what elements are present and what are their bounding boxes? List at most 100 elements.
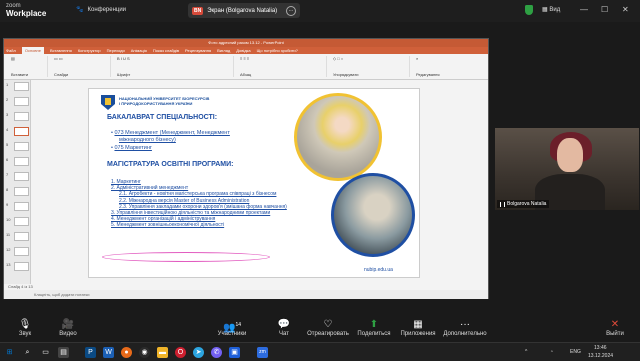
participant-video-tile[interactable]: Bolgarova Natalia <box>495 128 639 210</box>
bachelor-item: • 073 Менеджмент (Менеджмент, Менеджмент <box>111 130 230 136</box>
slide-thumbnail[interactable] <box>14 172 29 181</box>
ppt-tab[interactable]: Вигляд <box>217 47 230 54</box>
share-button[interactable]: ⬆ Поделиться <box>349 319 399 337</box>
screen-share-label: Экран (Bolgarova Natalia) <box>207 7 278 14</box>
participant-face <box>557 138 583 172</box>
slide-number: 12 <box>6 247 11 252</box>
security-shield-icon[interactable] <box>525 5 533 15</box>
master-heading: МАГІСТРАТУРА ОСВІТНІ ПРОГРАМИ: <box>107 161 234 168</box>
signal-bars-icon <box>500 201 505 207</box>
video-label: Видео <box>59 331 77 337</box>
react-button[interactable]: ♡ Отреагировать <box>303 319 353 337</box>
meetings-tab[interactable]: 🐾 Конференции <box>76 6 127 14</box>
more-label: Дополнительно <box>443 331 487 337</box>
close-button[interactable]: ✕ <box>622 5 629 14</box>
clock-date[interactable]: 13.12.2024 <box>588 353 613 359</box>
ribbon-group[interactable]: ◇ □ ○ Упорядкувати <box>330 56 410 77</box>
slide-number: 9 <box>6 202 9 207</box>
slide-number: 2 <box>6 97 9 102</box>
windows-start-icon[interactable]: ⊞ <box>4 347 15 358</box>
master-programs-list: 1. Маркетинг 2. Адміністративний менеджм… <box>111 179 331 229</box>
firefox-icon[interactable]: ● <box>121 347 132 358</box>
more-button[interactable]: ··· Дополнительно <box>440 319 490 337</box>
ppt-ribbon: ▤ Вставити ▭ ▭ Слайди B I U S Шрифт ≡ ≡ ≡ Аб… <box>4 54 488 80</box>
windows-taskbar: ⊞ ⌕ ▭ ▤ P W ● ◉ ▬ O ➤ ✆ ▣ zm ^ ◔ ENG 13:… <box>0 342 640 361</box>
more-dots-icon: ··· <box>460 319 470 330</box>
windows-media-icon[interactable]: ▤ <box>58 347 69 358</box>
slide-number: 11 <box>6 232 11 237</box>
ribbon-group[interactable]: B I U S Шрифт <box>114 56 234 77</box>
clock-time[interactable]: 13:46 <box>594 345 607 351</box>
viber-icon[interactable]: ✆ <box>211 347 222 358</box>
slide-number: 4 <box>6 127 9 132</box>
slide-thumbnail[interactable] <box>14 112 29 121</box>
telegram-icon[interactable]: ➤ <box>193 347 204 358</box>
meetings-label: Конференции <box>87 6 127 13</box>
slide-thumbnail[interactable] <box>14 142 29 151</box>
react-label: Отреагировать <box>307 331 349 337</box>
slide-thumbnail-selected[interactable] <box>14 127 29 136</box>
slide-number: 8 <box>6 187 9 192</box>
ppt-tab[interactable]: Конструктор <box>78 47 101 54</box>
slide-number: 6 <box>6 157 9 162</box>
task-view-icon[interactable]: ▭ <box>40 347 51 358</box>
participants-button[interactable]: 👥14 Участники <box>207 319 257 337</box>
slide-thumbnail[interactable] <box>14 187 29 196</box>
opera-icon[interactable]: O <box>175 347 186 358</box>
chat-button[interactable]: 💬 Чат <box>259 319 309 337</box>
language-indicator[interactable]: ENG <box>570 349 581 355</box>
slide-thumbnail[interactable] <box>14 247 29 256</box>
ppt-search[interactable]: Що потрібно зробити? <box>257 47 298 54</box>
search-icon[interactable]: ⌕ <box>22 347 33 358</box>
slide-thumbnail[interactable] <box>14 157 29 166</box>
ppt-tab[interactable]: Показ слайдів <box>153 47 179 54</box>
ribbon-group[interactable]: ▤ Вставити <box>8 56 48 77</box>
ppt-title-bar: Фото адрес​ний разом 13.12 - PowerPoint <box>4 39 488 47</box>
apps-button[interactable]: ▦ Приложения <box>393 319 443 337</box>
ppt-tab[interactable]: Довідка <box>236 47 250 54</box>
paw-icon: 🐾 <box>76 7 84 13</box>
word-icon[interactable]: W <box>103 347 114 358</box>
maximize-button[interactable]: ☐ <box>601 5 608 14</box>
heart-icon: ♡ <box>323 319 333 330</box>
website-url[interactable]: nubip.edu.ua <box>364 267 393 273</box>
zoom-taskbar-icon[interactable]: zm <box>257 347 268 358</box>
slide-thumbnail[interactable] <box>14 217 29 226</box>
video-button[interactable]: 🎥 Видео <box>43 319 93 337</box>
ribbon-group[interactable]: ▭ ▭ Слайди <box>51 56 111 77</box>
ppt-tab[interactable]: Рецензування <box>185 47 211 54</box>
screen-share-indicator[interactable]: BN Экран (Bolgarova Natalia) ··· <box>188 3 300 18</box>
minimize-button[interactable]: — <box>580 5 588 14</box>
folder-icon[interactable]: ▬ <box>157 347 168 358</box>
slide-number: 1 <box>6 82 9 87</box>
ppt-taskbar-icon[interactable]: P <box>85 347 96 358</box>
slide-canvas[interactable]: НАЦІОНАЛЬНИЙ УНІВЕРСИТЕТ БІОРЕСУРСІВ І П… <box>88 88 420 278</box>
chrome-icon[interactable]: ◉ <box>139 347 150 358</box>
ppt-tab[interactable]: Вставлення <box>50 47 72 54</box>
view-label: Вид <box>549 7 561 13</box>
ppt-tab-active[interactable]: Основне <box>21 47 44 54</box>
university-emblem-icon <box>101 95 115 110</box>
leave-button[interactable]: ✕ Выйти <box>590 319 640 337</box>
ribbon-group[interactable]: ⌕ Редагування <box>413 56 473 77</box>
slide-thumbnail[interactable] <box>14 82 29 91</box>
annotation-highlight-ring <box>102 252 270 262</box>
zoom-logo: zoom Workplace <box>6 2 46 18</box>
view-menu[interactable]: ▦ Вид <box>542 6 560 13</box>
ppt-tab[interactable]: Анімація <box>131 47 147 54</box>
ppt-notes-pane[interactable]: Клацніть, щоб додати нотатки <box>4 290 488 299</box>
apps-icon: ▦ <box>413 319 423 330</box>
wifi-icon[interactable]: ◔ <box>550 349 553 355</box>
slide-thumbnail[interactable] <box>14 232 29 241</box>
slide-thumbnail[interactable] <box>14 262 29 271</box>
slide-thumbnail[interactable] <box>14 97 29 106</box>
more-icon[interactable]: ··· <box>286 5 296 16</box>
student-photo-circle <box>294 93 382 181</box>
outlook-icon[interactable]: ▣ <box>229 347 240 358</box>
ppt-tab[interactable]: Переходи <box>107 47 125 54</box>
ribbon-group[interactable]: ≡ ≡ ≡ Абзац <box>237 56 327 77</box>
tray-chevron-icon[interactable]: ^ <box>525 349 527 355</box>
ppt-tab[interactable]: Файл <box>6 47 16 54</box>
ppt-ribbon-tabs: Файл Основне Вставлення Конструктор Пере… <box>4 47 488 54</box>
slide-thumbnail[interactable] <box>14 202 29 211</box>
